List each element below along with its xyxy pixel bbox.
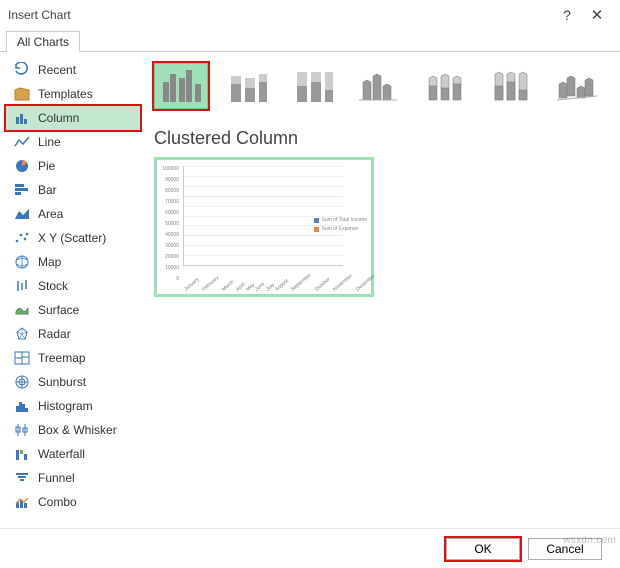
sidebar-item-label: Bar: [38, 183, 57, 197]
waterfall-icon: [14, 446, 30, 462]
sidebar: Recent Templates Column Line Pie: [0, 52, 140, 526]
sidebar-item-label: Waterfall: [38, 447, 85, 461]
subtype-3d-100-stacked-column[interactable]: [484, 63, 538, 109]
combo-icon: [14, 494, 30, 510]
titlebar: Insert Chart ? ✕: [0, 0, 620, 30]
sidebar-item-label: Radar: [38, 327, 71, 341]
sidebar-item-sunburst[interactable]: Sunburst: [6, 370, 140, 394]
subtype-3d-stacked-column[interactable]: [418, 63, 472, 109]
line-icon: [14, 134, 30, 150]
sidebar-item-label: Line: [38, 135, 61, 149]
tabstrip: All Charts: [0, 30, 620, 52]
sidebar-item-map[interactable]: Map: [6, 250, 140, 274]
sidebar-item-label: X Y (Scatter): [38, 231, 106, 245]
sidebar-item-line[interactable]: Line: [6, 130, 140, 154]
scatter-icon: [14, 230, 30, 246]
sidebar-item-area[interactable]: Area: [6, 202, 140, 226]
sidebar-item-histogram[interactable]: Histogram: [6, 394, 140, 418]
close-button[interactable]: ✕: [582, 6, 612, 24]
pie-icon: [14, 158, 30, 174]
bar-icon: [14, 182, 30, 198]
templates-icon: [14, 86, 30, 102]
ok-button[interactable]: OK: [446, 538, 520, 560]
sunburst-icon: [14, 374, 30, 390]
main-panel: Clustered Column 10000090000800007000060…: [140, 52, 620, 526]
dialog-body: Recent Templates Column Line Pie: [0, 52, 620, 526]
subtype-100-stacked-column[interactable]: [286, 63, 340, 109]
sidebar-item-label: Stock: [38, 279, 68, 293]
sidebar-item-stock[interactable]: Stock: [6, 274, 140, 298]
histogram-icon: [14, 398, 30, 414]
chart-preview[interactable]: 1000009000080000700006000050000400003000…: [154, 157, 374, 297]
sidebar-item-label: Pie: [38, 159, 55, 173]
sidebar-item-label: Funnel: [38, 471, 75, 485]
sidebar-item-scatter[interactable]: X Y (Scatter): [6, 226, 140, 250]
sidebar-item-radar[interactable]: Radar: [6, 322, 140, 346]
sidebar-item-label: Column: [38, 111, 79, 125]
treemap-icon: [14, 350, 30, 366]
sidebar-item-label: Recent: [38, 63, 76, 77]
sidebar-item-pie[interactable]: Pie: [6, 154, 140, 178]
subtype-stacked-column[interactable]: [220, 63, 274, 109]
watermark: wsxdn.com: [563, 535, 616, 546]
y-axis-labels: 1000009000080000700006000050000400003000…: [161, 164, 179, 285]
subtype-title: Clustered Column: [154, 128, 610, 149]
map-icon: [14, 254, 30, 270]
radar-icon: [14, 326, 30, 342]
sidebar-item-label: Surface: [38, 303, 79, 317]
sidebar-item-treemap[interactable]: Treemap: [6, 346, 140, 370]
sidebar-item-combo[interactable]: Combo: [6, 490, 140, 514]
x-axis-labels: JanuaryFebruaryMarchAprilMayJuneJulyAugu…: [183, 288, 343, 294]
subtype-row: [154, 58, 610, 114]
tab-label: All Charts: [17, 35, 69, 49]
stock-icon: [14, 278, 30, 294]
subtype-3d-clustered-column[interactable]: [352, 63, 406, 109]
subtype-3d-column[interactable]: [550, 63, 604, 109]
sidebar-item-label: Combo: [38, 495, 77, 509]
funnel-icon: [14, 470, 30, 486]
sidebar-item-column[interactable]: Column: [6, 106, 140, 130]
sidebar-item-surface[interactable]: Surface: [6, 298, 140, 322]
sidebar-item-recent[interactable]: Recent: [6, 58, 140, 82]
area-icon: [14, 206, 30, 222]
sidebar-item-label: Sunburst: [38, 375, 86, 389]
legend: Sum of Total IncomeSum of Expense: [314, 216, 368, 234]
sidebar-item-boxwhisker[interactable]: Box & Whisker: [6, 418, 140, 442]
sidebar-item-label: Treemap: [38, 351, 86, 365]
subtype-clustered-column[interactable]: [154, 63, 208, 109]
tab-all-charts[interactable]: All Charts: [6, 31, 80, 52]
column-icon: [14, 110, 30, 126]
sidebar-item-funnel[interactable]: Funnel: [6, 466, 140, 490]
sidebar-item-label: Histogram: [38, 399, 93, 413]
sidebar-item-label: Area: [38, 207, 63, 221]
recent-icon: [14, 62, 30, 78]
sidebar-item-bar[interactable]: Bar: [6, 178, 140, 202]
surface-icon: [14, 302, 30, 318]
sidebar-item-templates[interactable]: Templates: [6, 82, 140, 106]
sidebar-item-waterfall[interactable]: Waterfall: [6, 442, 140, 466]
sidebar-item-label: Templates: [38, 87, 93, 101]
box-whisker-icon: [14, 422, 30, 438]
help-button[interactable]: ?: [552, 7, 582, 23]
window-title: Insert Chart: [8, 8, 552, 22]
sidebar-item-label: Map: [38, 255, 61, 269]
sidebar-item-label: Box & Whisker: [38, 423, 117, 437]
footer: OK Cancel: [0, 528, 620, 568]
